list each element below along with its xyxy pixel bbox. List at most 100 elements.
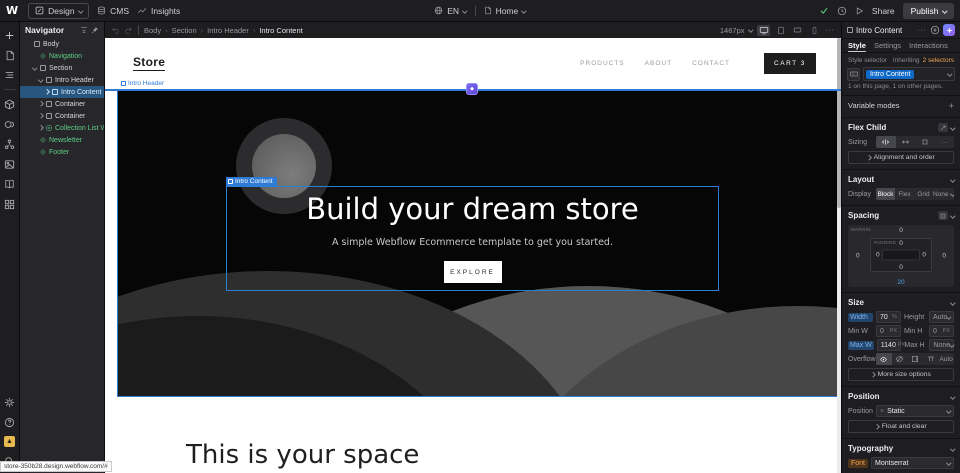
height-input[interactable]: Auto [929, 311, 954, 323]
breakpoint-desktop-icon[interactable] [757, 25, 770, 36]
selectors-count[interactable]: 2 selectors [923, 57, 954, 64]
breadcrumb-item[interactable]: Section [172, 26, 197, 35]
display-flex-option[interactable]: Flex [895, 188, 914, 200]
breadcrumb-item[interactable]: Body [144, 26, 161, 35]
locale-switcher[interactable]: EN [434, 6, 466, 16]
float-clear-expander[interactable]: Float and clear [848, 420, 954, 433]
padding-bottom-value[interactable]: 0 [899, 264, 903, 271]
tree-item-footer[interactable]: Footer [20, 146, 104, 158]
display-none-option[interactable]: None [933, 188, 954, 200]
flex-none-icon[interactable] [915, 136, 935, 148]
chevron-down-icon[interactable] [950, 125, 955, 130]
element-drag-handle[interactable]: ◆ [466, 83, 478, 95]
chevron-down-icon[interactable] [950, 213, 955, 218]
min-height-input[interactable]: 0PX [929, 325, 954, 337]
flex-shrink-icon[interactable] [876, 136, 896, 148]
ai-assistant-button[interactable] [943, 24, 955, 36]
padding-right-value[interactable]: 0 [922, 252, 926, 259]
cart-button[interactable]: CART 3 [764, 53, 816, 74]
tree-item-intro-header[interactable]: Intro Header [20, 74, 104, 86]
tab-interactions[interactable]: Interactions [909, 39, 948, 52]
navigator-icon[interactable] [4, 69, 16, 81]
flex-parent-indicator-icon[interactable] [938, 123, 948, 132]
tree-item-container[interactable]: Container [20, 98, 104, 110]
max-height-input[interactable]: None [929, 339, 954, 351]
selector-type-icon[interactable] [847, 68, 860, 81]
style-guide-icon[interactable] [4, 178, 16, 190]
collapse-all-icon[interactable] [80, 26, 88, 34]
breakpoint-mobile-portrait-icon[interactable] [808, 25, 821, 36]
share-button[interactable]: Share [872, 6, 895, 16]
overflow-visible-icon[interactable] [876, 353, 892, 365]
tree-item-collection-list[interactable]: Collection List Wra... [20, 122, 104, 134]
undo-icon[interactable] [111, 26, 120, 34]
tab-style[interactable]: Style [848, 39, 866, 52]
site-nav-link[interactable]: CONTACT [692, 60, 730, 67]
webflow-logo[interactable]: W [6, 4, 18, 17]
chevron-down-icon[interactable] [950, 394, 955, 399]
intro-header-selection-tag[interactable]: Intro Header [121, 80, 164, 87]
cms-button[interactable]: CMS [97, 6, 129, 16]
design-mode-button[interactable]: Design [28, 3, 89, 19]
design-canvas[interactable]: Store PRODUCTS ABOUT CONTACT CART 3 Intr… [105, 38, 841, 473]
flex-more-icon[interactable]: ··· [935, 136, 955, 148]
max-width-input[interactable]: 1140PX [877, 339, 902, 351]
settings-gear-icon[interactable] [4, 396, 16, 408]
font-label[interactable]: Font [848, 459, 868, 468]
tree-item-intro-content[interactable]: Intro Content [20, 86, 104, 98]
tree-item-container[interactable]: Container [20, 110, 104, 122]
overflow-hidden-icon[interactable] [892, 353, 908, 365]
canvas-more-icon[interactable]: ··· [825, 27, 835, 34]
add-element-icon[interactable] [4, 29, 16, 41]
min-width-input[interactable]: 0PX [876, 325, 901, 337]
explore-button[interactable]: EXPLORE [444, 261, 502, 283]
class-selector-input[interactable]: Intro Content [863, 67, 955, 81]
padding-top-value[interactable]: 0 [899, 240, 903, 247]
font-select[interactable]: Montserrat [871, 457, 954, 469]
width-input[interactable]: 70% [876, 311, 901, 323]
hero-section[interactable]: Intro Content Build your dream store A s… [117, 90, 838, 397]
components-icon[interactable] [4, 98, 16, 110]
class-pill[interactable]: Intro Content [866, 70, 914, 79]
more-size-options-expander[interactable]: More size options [848, 368, 954, 381]
spacing-mode-icon[interactable] [938, 211, 948, 220]
max-width-label[interactable]: Max W [848, 341, 874, 350]
breadcrumb-item-current[interactable]: Intro Content [259, 26, 302, 35]
publish-button[interactable]: Publish [903, 3, 954, 19]
assets-icon[interactable] [4, 158, 16, 170]
overflow-clip-icon[interactable] [923, 353, 939, 365]
tree-item-newsletter[interactable]: Newsletter [20, 134, 104, 146]
variables-icon[interactable] [4, 118, 16, 130]
hero-subtitle[interactable]: A simple Webflow Ecommerce template to g… [332, 237, 613, 248]
hero-heading[interactable]: Build your dream store [306, 192, 639, 226]
margin-left-value[interactable]: 0 [856, 253, 860, 260]
history-icon[interactable] [837, 6, 847, 16]
breakpoint-tablet-icon[interactable] [774, 25, 787, 36]
padding-left-value[interactable]: 0 [876, 252, 880, 259]
margin-right-value[interactable]: 0 [942, 253, 946, 260]
tree-item-body[interactable]: Body [20, 38, 104, 50]
page-switcher[interactable]: Home [484, 6, 526, 16]
breakpoint-mobile-landscape-icon[interactable] [791, 25, 804, 36]
redo-icon[interactable] [124, 26, 133, 34]
pages-icon[interactable] [4, 49, 16, 61]
margin-bottom-value[interactable]: 20 [897, 279, 904, 286]
intro-content-selection-tag[interactable]: Intro Content [226, 177, 277, 186]
chevron-down-icon[interactable] [950, 446, 955, 451]
tree-item-section[interactable]: Section [20, 62, 104, 74]
help-icon[interactable] [4, 416, 16, 428]
flex-grow-icon[interactable] [896, 136, 916, 148]
tree-item-navigation[interactable]: Navigation [20, 50, 104, 62]
chevron-down-icon[interactable] [950, 300, 955, 305]
alignment-order-expander[interactable]: Alignment and order [848, 151, 954, 164]
pin-panel-icon[interactable] [91, 26, 99, 34]
breadcrumb-item[interactable]: Intro Header [207, 26, 249, 35]
site-nav-link[interactable]: ABOUT [645, 60, 672, 67]
margin-top-value[interactable]: 0 [899, 227, 903, 234]
intro-content-selection[interactable]: Intro Content Build your dream store A s… [226, 186, 719, 291]
preview-icon[interactable] [855, 6, 864, 16]
chevron-down-icon[interactable] [950, 177, 955, 182]
apps-icon[interactable] [4, 198, 16, 210]
insights-button[interactable]: Insights [137, 6, 180, 16]
cms-collections-icon[interactable] [4, 138, 16, 150]
